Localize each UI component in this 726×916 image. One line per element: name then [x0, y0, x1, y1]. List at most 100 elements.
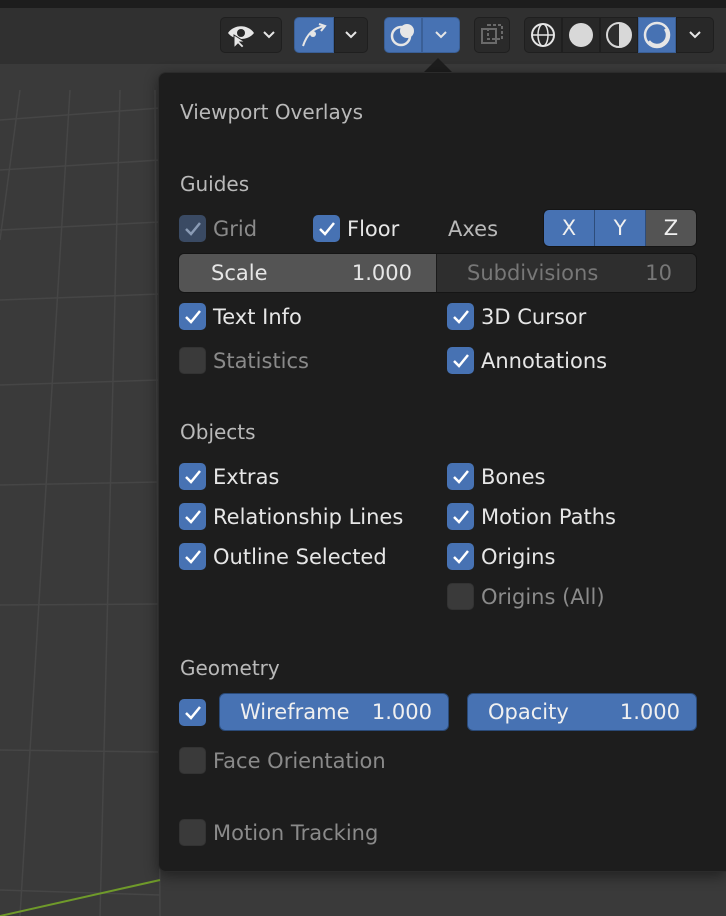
- motion-paths-checkbox-row[interactable]: Motion Paths: [447, 502, 637, 532]
- origins-label: Origins: [481, 545, 556, 569]
- statistics-checkbox-row[interactable]: Statistics: [179, 346, 329, 376]
- scale-label: Scale: [211, 261, 268, 285]
- face-orientation-checkbox[interactable]: [179, 747, 206, 774]
- statistics-checkbox[interactable]: [179, 347, 206, 374]
- motion-tracking-checkbox-row[interactable]: Motion Tracking: [179, 818, 399, 848]
- rendered-shading-button[interactable]: [638, 17, 676, 53]
- wireframe-value: 1.000: [371, 700, 432, 724]
- checkmark-icon: [185, 510, 201, 524]
- motion-paths-checkbox[interactable]: [447, 503, 474, 530]
- opacity-field[interactable]: Opacity 1.000: [467, 693, 697, 731]
- text-info-checkbox[interactable]: [179, 303, 206, 330]
- visibility-dropdown[interactable]: [220, 17, 282, 53]
- axes-toggle-group: X Y Z: [543, 209, 697, 247]
- bones-checkbox[interactable]: [447, 463, 474, 490]
- origins-all-checkbox[interactable]: [447, 583, 474, 610]
- grid-checkbox-row[interactable]: Grid: [179, 214, 279, 244]
- gizmo-toggle[interactable]: [294, 17, 334, 53]
- axis-z-toggle[interactable]: Z: [646, 210, 696, 246]
- motion-tracking-checkbox[interactable]: [179, 819, 206, 846]
- checkmark-icon: [453, 550, 469, 564]
- overlays-dropdown[interactable]: [422, 17, 460, 53]
- material-shading-button[interactable]: [600, 17, 638, 53]
- axis-x-toggle[interactable]: X: [544, 210, 595, 246]
- extras-label: Extras: [213, 465, 280, 489]
- relationship-lines-checkbox[interactable]: [179, 503, 206, 530]
- bones-checkbox-row[interactable]: Bones: [447, 462, 567, 492]
- solid-shading-button[interactable]: [562, 17, 600, 53]
- shading-dropdown[interactable]: [676, 17, 714, 53]
- axis-y-toggle[interactable]: Y: [595, 210, 646, 246]
- overlays-icon: [390, 24, 414, 47]
- origins-checkbox[interactable]: [447, 543, 474, 570]
- extras-checkbox[interactable]: [179, 463, 206, 490]
- annotations-checkbox-row[interactable]: Annotations: [447, 346, 627, 376]
- statistics-label: Statistics: [213, 349, 309, 373]
- 3d-cursor-label: 3D Cursor: [481, 305, 587, 329]
- checkmark-icon: [185, 310, 201, 324]
- checkmark-icon: [453, 470, 469, 484]
- xray-icon: [481, 24, 503, 44]
- annotations-label: Annotations: [481, 349, 608, 373]
- chevron-down-icon: [689, 31, 701, 39]
- scale-field[interactable]: Scale 1.000: [179, 254, 437, 292]
- origins-all-label: Origins (All): [481, 585, 605, 609]
- text-info-label: Text Info: [213, 305, 302, 329]
- grid-scale-subdivisions-field: Scale 1.000 Subdivisions 10: [178, 253, 697, 293]
- origins-all-checkbox-row[interactable]: Origins (All): [447, 582, 627, 612]
- checkmark-icon: [185, 550, 201, 564]
- 3d-cursor-checkbox-row[interactable]: 3D Cursor: [447, 302, 617, 332]
- checkmark-icon: [185, 222, 201, 236]
- solid-shading-icon: [569, 23, 593, 47]
- overlays-toggle[interactable]: [384, 17, 422, 53]
- bones-label: Bones: [481, 465, 546, 489]
- xray-toggle[interactable]: [474, 17, 510, 53]
- opacity-value: 1.000: [619, 700, 680, 724]
- checkmark-icon: [453, 510, 469, 524]
- wireframe-shading-icon: [531, 23, 555, 47]
- checkmark-icon: [453, 354, 469, 368]
- subdivisions-value: 10: [645, 261, 672, 285]
- annotations-checkbox[interactable]: [447, 347, 474, 374]
- origins-checkbox-row[interactable]: Origins: [447, 542, 577, 572]
- objects-heading: Objects: [180, 420, 256, 444]
- scale-value: 1.000: [351, 261, 412, 285]
- floor-checkbox-row[interactable]: Floor: [313, 214, 423, 244]
- grid-label: Grid: [213, 217, 258, 241]
- header-top-border: [0, 0, 726, 8]
- motion-paths-label: Motion Paths: [481, 505, 616, 529]
- viewport-header: [0, 0, 726, 64]
- gizmo-dropdown[interactable]: [334, 17, 368, 53]
- wireframe-label: Wireframe: [240, 700, 350, 724]
- face-orientation-checkbox-row[interactable]: Face Orientation: [179, 746, 409, 776]
- wireframe-field[interactable]: Wireframe 1.000: [219, 693, 449, 731]
- relationship-lines-label: Relationship Lines: [213, 505, 404, 529]
- chevron-down-icon: [345, 31, 357, 39]
- chevron-down-icon: [435, 31, 447, 39]
- outline-selected-checkbox[interactable]: [179, 543, 206, 570]
- wireframe-checkbox[interactable]: [179, 699, 206, 726]
- subdivisions-label: Subdivisions: [467, 261, 599, 285]
- axes-label: Axes: [448, 217, 499, 241]
- face-orientation-label: Face Orientation: [213, 749, 386, 773]
- checkmark-icon: [185, 706, 201, 720]
- wireframe-shading-button[interactable]: [524, 17, 562, 53]
- geometry-heading: Geometry: [180, 656, 280, 680]
- popover-arrow: [423, 58, 453, 73]
- extras-checkbox-row[interactable]: Extras: [179, 462, 309, 492]
- checkmark-icon: [185, 470, 201, 484]
- floor-checkbox[interactable]: [313, 215, 340, 242]
- outline-selected-checkbox-row[interactable]: Outline Selected: [179, 542, 409, 572]
- guides-heading: Guides: [180, 172, 250, 196]
- 3d-cursor-checkbox[interactable]: [447, 303, 474, 330]
- grid-checkbox[interactable]: [179, 215, 206, 242]
- opacity-label: Opacity: [488, 700, 569, 724]
- checkmark-icon: [319, 222, 335, 236]
- gizmo-icon: [302, 23, 327, 47]
- relationship-lines-checkbox-row[interactable]: Relationship Lines: [179, 502, 419, 532]
- material-shading-icon: [606, 22, 632, 48]
- text-info-checkbox-row[interactable]: Text Info: [179, 302, 329, 332]
- subdivisions-field[interactable]: Subdivisions 10: [437, 254, 696, 292]
- popover-title: Viewport Overlays: [180, 100, 363, 124]
- outline-selected-label: Outline Selected: [213, 545, 387, 569]
